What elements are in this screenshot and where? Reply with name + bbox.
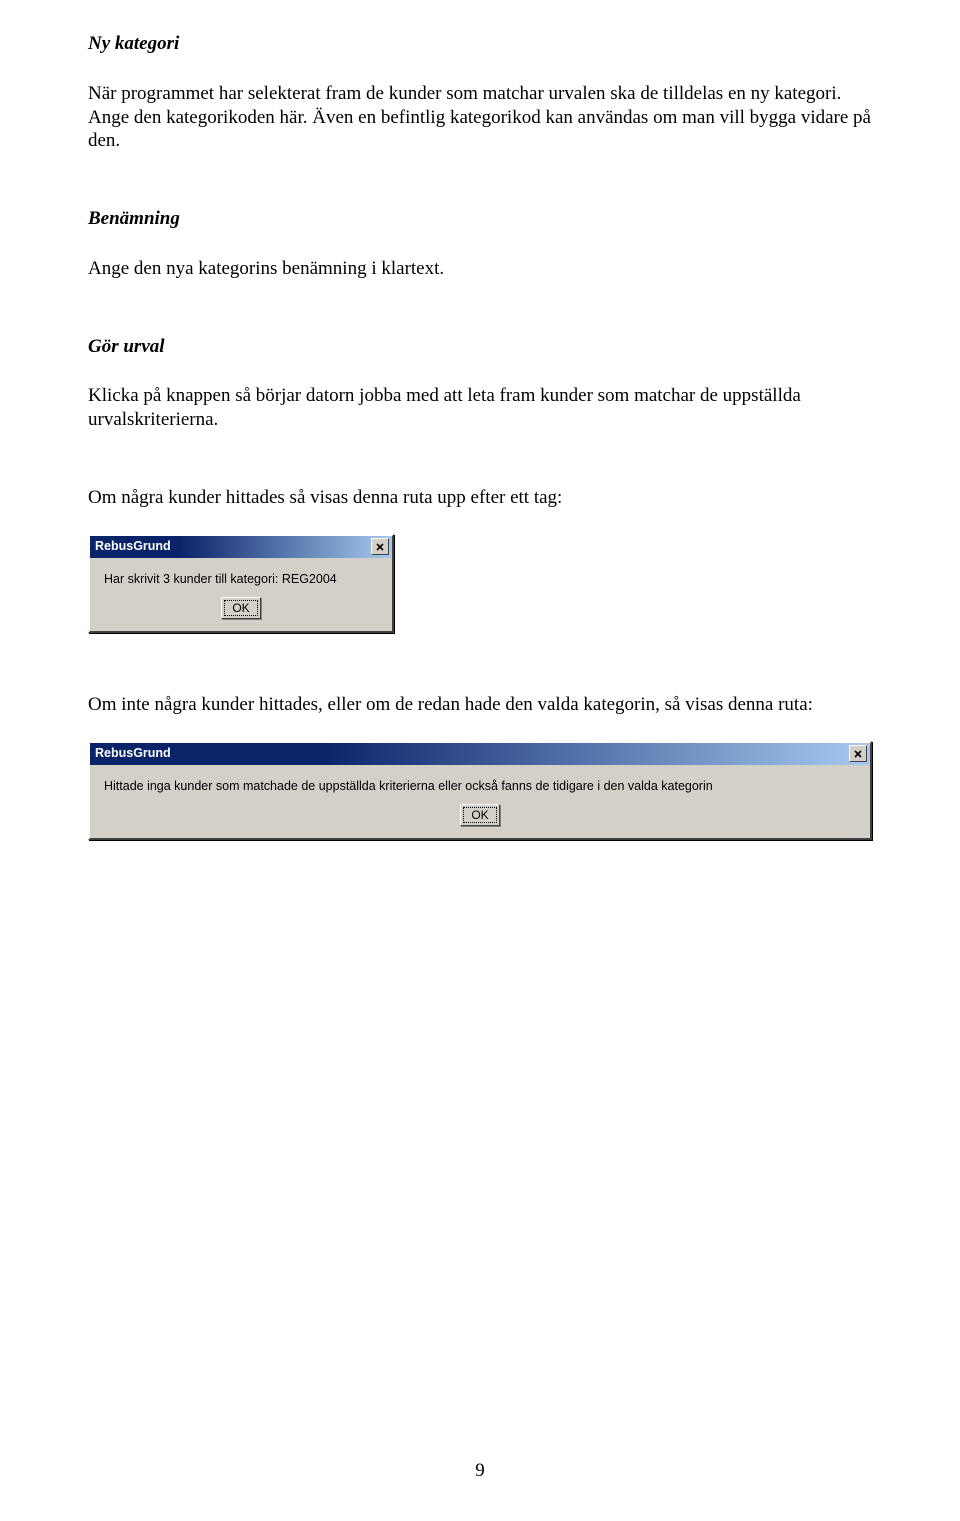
heading-gor-urval: Gör urval [88, 335, 872, 359]
para-benamning: Ange den nya kategorins benämning i klar… [88, 257, 872, 281]
para-after-found: Om några kunder hittades så visas denna … [88, 486, 872, 510]
dialog-found-titlebar: RebusGrund [90, 536, 392, 558]
page-number: 9 [0, 1459, 960, 1483]
ok-button[interactable]: OK [221, 597, 260, 619]
dialog-found-title: RebusGrund [95, 539, 171, 555]
para-gor-urval: Klicka på knappen så börjar datorn jobba… [88, 384, 872, 432]
dialog-notfound-title: RebusGrund [95, 746, 171, 762]
ok-button[interactable]: OK [460, 804, 499, 826]
close-icon[interactable] [849, 745, 867, 762]
dialog-notfound-titlebar: RebusGrund [90, 743, 870, 765]
heading-ny-kategori: Ny kategori [88, 32, 872, 56]
close-icon[interactable] [371, 538, 389, 555]
para-ny-kategori: När programmet har selekterat fram de ku… [88, 82, 872, 153]
dialog-found: RebusGrund Har skrivit 3 kunder till kat… [88, 534, 394, 633]
para-after-notfound: Om inte några kunder hittades, eller om … [88, 693, 872, 717]
heading-benamning: Benämning [88, 207, 872, 231]
dialog-notfound-message: Hittade inga kunder som matchade de upps… [104, 779, 856, 795]
dialog-found-message: Har skrivit 3 kunder till kategori: REG2… [104, 572, 378, 588]
dialog-notfound: RebusGrund Hittade inga kunder som match… [88, 741, 872, 840]
